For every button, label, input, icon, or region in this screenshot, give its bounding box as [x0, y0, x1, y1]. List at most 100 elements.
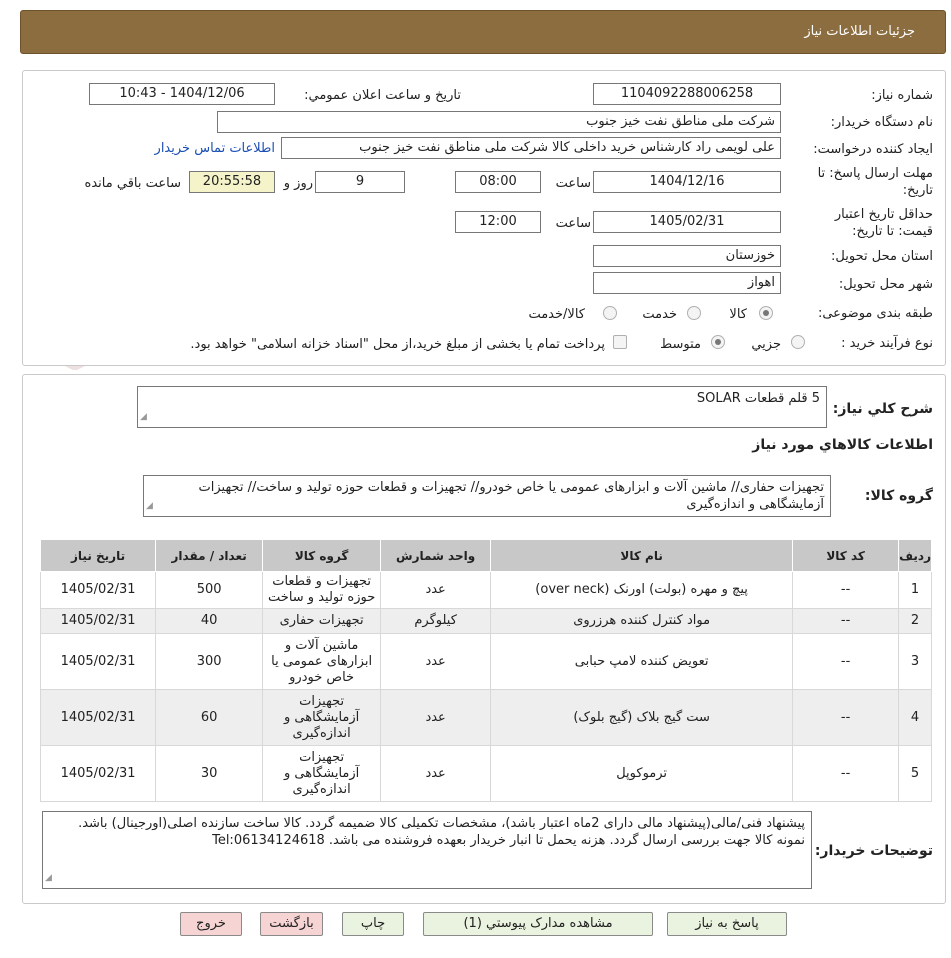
goods-table-header: رديف کد کالا نام کالا واحد شمارش گروه کا…: [39, 539, 932, 572]
row-date: 1405/02/31: [39, 689, 157, 746]
process-option-minor: جزيي: [751, 337, 781, 352]
summary-text: 5 قلم قطعات SOLAR: [696, 391, 820, 406]
category-label: طبقه بندی موضوعی:: [817, 306, 933, 321]
summary-textarea[interactable]: 5 قلم قطعات SOLAR ◢: [137, 386, 827, 428]
category-option-service: خدمت: [642, 307, 677, 322]
exit-button[interactable]: خروج: [180, 912, 242, 936]
back-button[interactable]: بازگشت: [260, 912, 323, 936]
resize-grip-icon[interactable]: ◢: [140, 409, 147, 426]
category-radio-goods-service[interactable]: [603, 306, 617, 320]
category-option-goods: کالا: [729, 307, 747, 322]
category-radio-goods[interactable]: [759, 306, 773, 320]
row-index: 3: [898, 633, 932, 690]
row-code: --: [792, 608, 900, 634]
treasury-payment-note: پرداخت تمام يا بخشی از مبلغ خريد،از محل …: [190, 337, 605, 352]
need-number-field[interactable]: 1104092288006258: [593, 83, 781, 105]
remaining-time-field[interactable]: 20:55:58: [189, 171, 275, 193]
buyer-notes-text: پیشنهاد فنی/مالی(پیشنهاد مالی دارای 2ماه…: [78, 816, 805, 848]
row-index: 2: [898, 608, 932, 634]
treasury-payment-checkbox[interactable]: [613, 335, 627, 349]
row-date: 1405/02/31: [39, 633, 157, 690]
row-unit: عدد: [380, 689, 492, 746]
col-date: تاريخ نياز: [39, 539, 157, 572]
col-index: رديف: [898, 539, 932, 572]
view-attachments-button[interactable]: مشاهده مدارک پيوستي (1): [423, 912, 653, 936]
row-name: مواد کنترل کننده هرزروی: [490, 608, 794, 634]
row-qty: 60: [155, 689, 264, 746]
resize-grip-icon[interactable]: ◢: [45, 870, 52, 887]
days-label: روز و: [283, 176, 313, 191]
col-unit: واحد شمارش: [380, 539, 492, 572]
table-row[interactable]: 4 -- ست گیج بلاک (گیج بلوک) عدد تجهیزات …: [39, 689, 932, 746]
validity-date-field[interactable]: 1405/02/31: [593, 211, 781, 233]
process-radio-medium[interactable]: [711, 335, 725, 349]
validity-label-2: قيمت: تا تاريخ:: [852, 224, 933, 239]
goods-group-textarea[interactable]: تجهیزات حفاری// ماشین آلات و ابزارهای عم…: [143, 475, 831, 517]
buyer-label: نام دستگاه خريدار:: [830, 115, 933, 130]
announce-label: تاریخ و ساعت اعلان عمومي:: [304, 88, 461, 103]
row-group: تجهیزات و قطعات حوزه تولید و ساخت: [262, 571, 382, 609]
province-label: استان محل تحويل:: [831, 249, 933, 264]
goods-info-title: اطلاعات کالاهاي مورد نياز: [752, 437, 933, 453]
validity-hour-label: ساعت: [555, 216, 591, 231]
col-qty: تعداد / مقدار: [155, 539, 264, 572]
table-row[interactable]: 3 -- تعویض کننده لامپ حبابی عدد ماشین آل…: [39, 633, 932, 690]
resize-grip-icon[interactable]: ◢: [146, 498, 153, 515]
row-index: 5: [898, 745, 932, 802]
remaining-label: ساعت باقي مانده: [84, 176, 181, 191]
category-radio-service[interactable]: [687, 306, 701, 320]
need-details-panel: شرح کلي نياز: 5 قلم قطعات SOLAR ◢ اطلاعا…: [22, 374, 946, 904]
row-name: ست گیج بلاک (گیج بلوک): [490, 689, 794, 746]
days-field[interactable]: 9: [315, 171, 405, 193]
need-number-label: شماره نیاز:: [871, 88, 933, 103]
row-index: 4: [898, 689, 932, 746]
table-row[interactable]: 2 -- مواد کنترل کننده هرزروی کیلوگرم تجه…: [39, 608, 932, 634]
goods-group-label: گروه کالا:: [864, 488, 933, 504]
row-name: پیچ و مهره (بولت) اورنک (over neck): [490, 571, 794, 609]
province-field[interactable]: خوزستان: [593, 245, 781, 267]
announce-datetime-field[interactable]: 1404/12/06 - 10:43: [89, 83, 275, 105]
buyer-contact-link[interactable]: اطلاعات تماس خریدار: [155, 141, 275, 156]
category-option-goods-service: کالا/خدمت: [528, 307, 585, 322]
row-name: تعویض کننده لامپ حبابی: [490, 633, 794, 690]
deadline-time-field[interactable]: 08:00: [455, 171, 541, 193]
validity-time-field[interactable]: 12:00: [455, 211, 541, 233]
row-code: --: [792, 633, 900, 690]
row-name: ترموکوپل: [490, 745, 794, 802]
row-unit: عدد: [380, 745, 492, 802]
col-group: گروه کالا: [262, 539, 382, 572]
city-field[interactable]: اهواز: [593, 272, 781, 294]
need-info-panel: شماره نیاز: 1104092288006258 تاریخ و ساع…: [22, 70, 946, 366]
page-header: جزئیات اطلاعات نیاز: [20, 10, 946, 54]
reply-button[interactable]: پاسخ به نياز: [667, 912, 787, 936]
row-code: --: [792, 745, 900, 802]
row-qty: 500: [155, 571, 264, 609]
row-code: --: [792, 689, 900, 746]
validity-label: حداقل تاريخ اعتبار: [834, 207, 933, 222]
creator-field[interactable]: علی لویمی راد کارشناس خرید داخلی کالا شر…: [281, 137, 781, 159]
col-name: نام کالا: [490, 539, 794, 572]
summary-label: شرح کلي نياز:: [832, 401, 933, 417]
print-button[interactable]: چاپ: [342, 912, 404, 936]
process-option-medium: متوسط: [660, 337, 701, 352]
row-unit: عدد: [380, 571, 492, 609]
table-row[interactable]: 5 -- ترموکوپل عدد تجهیزات آزمایشگاهی و ا…: [39, 745, 932, 802]
row-group: ماشین آلات و ابزارهای عمومی یا خاص خودرو: [262, 633, 382, 690]
deadline-label: مهلت ارسال پاسخ: تا: [817, 166, 933, 181]
process-label: نوع فرآيند خريد :: [841, 336, 933, 351]
buyer-notes-textarea[interactable]: پیشنهاد فنی/مالی(پیشنهاد مالی دارای 2ماه…: [42, 811, 812, 889]
process-radio-minor[interactable]: [791, 335, 805, 349]
table-row[interactable]: 1 -- پیچ و مهره (بولت) اورنک (over neck)…: [39, 571, 932, 609]
row-qty: 40: [155, 608, 264, 634]
row-qty: 300: [155, 633, 264, 690]
row-group: تجهیزات آزمایشگاهی و اندازه‌گیری: [262, 689, 382, 746]
creator-label: ايجاد کننده درخواست:: [813, 142, 933, 157]
deadline-date-field[interactable]: 1404/12/16: [593, 171, 781, 193]
row-group: تجهیزات آزمایشگاهی و اندازه‌گیری: [262, 745, 382, 802]
deadline-hour-label: ساعت: [555, 176, 591, 191]
row-date: 1405/02/31: [39, 745, 157, 802]
buyer-field[interactable]: شرکت ملی مناطق نفت خیز جنوب: [217, 111, 781, 133]
row-unit: عدد: [380, 633, 492, 690]
row-group: تجهیزات حفاری: [262, 608, 382, 634]
goods-table: رديف کد کالا نام کالا واحد شمارش گروه کا…: [39, 539, 932, 802]
